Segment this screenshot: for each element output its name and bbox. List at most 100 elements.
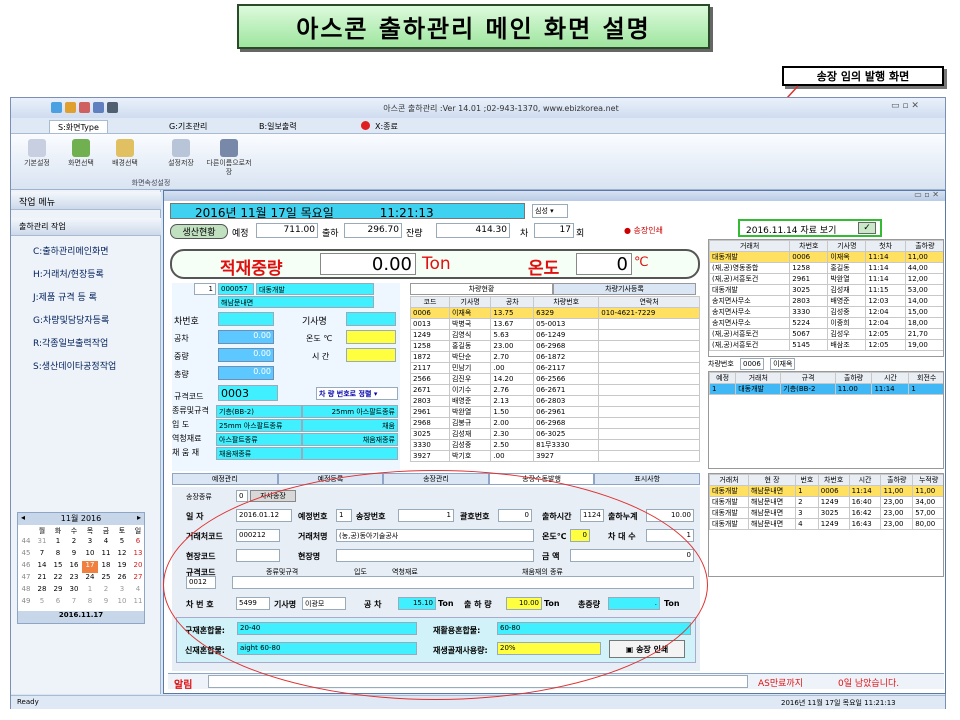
- calendar-day[interactable]: 13: [130, 549, 146, 561]
- sidebar-item-production[interactable]: S:생산데이타공정작업: [33, 359, 116, 372]
- calendar-day[interactable]: 12: [114, 549, 130, 561]
- shipment-row[interactable]: 대동개발 해남문내면 4 1249 16:43 23,00 80,00: [709, 518, 943, 530]
- spec-row-value[interactable]: 25mm 아스팔트종류: [216, 419, 302, 432]
- total-input[interactable]: 0.00: [218, 366, 274, 380]
- sidebar-item-main[interactable]: C:출하관리메인화면: [33, 244, 109, 257]
- car-detail-row[interactable]: 1 대동개발 기층(BB-2 11.00 11:14 1: [709, 383, 943, 395]
- calendar-day[interactable]: 15: [50, 561, 66, 573]
- menu-screen-type[interactable]: S:화면Type: [49, 120, 108, 133]
- calendar-day[interactable]: 9: [98, 597, 114, 609]
- tab-vehicle-status[interactable]: 차량현황: [410, 283, 553, 295]
- calendar-day[interactable]: 1: [50, 537, 66, 549]
- vehicle-row[interactable]: 2117 민남기 .00 06-2117: [410, 362, 700, 374]
- calendar-day[interactable]: 10: [82, 549, 98, 561]
- vehicle-row[interactable]: 2566 김진우 14.20 06-2566: [410, 373, 700, 385]
- car-no-input[interactable]: [218, 312, 274, 326]
- calendar-day[interactable]: 10: [114, 597, 130, 609]
- calendar-day[interactable]: 14: [34, 561, 50, 573]
- vehicle-row[interactable]: 0013 박병국 13.67 05-0013: [410, 318, 700, 330]
- panel-controls-icon[interactable]: ▭ ▫ ✕: [914, 190, 939, 199]
- calendar-day[interactable]: 3: [82, 537, 98, 549]
- car-filter-name[interactable]: 이재옥: [770, 358, 796, 370]
- window-controls-icon[interactable]: ▭ ▫ ✕: [891, 101, 919, 111]
- calendar-day[interactable]: 5: [34, 597, 50, 609]
- calendar-day[interactable]: 7: [66, 597, 82, 609]
- driver-input[interactable]: [346, 312, 396, 326]
- calendar-day[interactable]: 24: [82, 573, 98, 585]
- spec-code-input[interactable]: 0003: [218, 385, 278, 401]
- calendar-day[interactable]: 1: [82, 585, 98, 597]
- inv-kind-no[interactable]: 0: [236, 490, 248, 502]
- calendar-day[interactable]: 11: [98, 549, 114, 561]
- calendar-today[interactable]: 2016.11.17: [18, 611, 144, 623]
- sidebar-group[interactable]: 출하관리 작업: [11, 218, 161, 236]
- sidebar-item-customer[interactable]: H:거래처/현장등록: [33, 267, 104, 280]
- calendar-day[interactable]: 17: [82, 561, 98, 573]
- calendar-day[interactable]: 27: [130, 573, 146, 585]
- calendar-day[interactable]: 4: [98, 537, 114, 549]
- dispatch-row[interactable]: (재,공)영동종합 1258 홍길동 11:14 44,00: [709, 262, 943, 274]
- folder-icon[interactable]: [65, 102, 76, 113]
- vehicle-row[interactable]: 1258 홍길동 23.00 06-2968: [410, 340, 700, 352]
- vehicle-row[interactable]: 1872 박단순 2.70 06-1872: [410, 351, 700, 363]
- calendar-day[interactable]: 19: [114, 561, 130, 573]
- calendar-day[interactable]: 20: [130, 561, 146, 573]
- tab-plan-manage[interactable]: 예정관리: [172, 473, 278, 485]
- print-invoice-radio[interactable]: ● 송장인쇄: [624, 225, 663, 236]
- calendar-day[interactable]: 5: [114, 537, 130, 549]
- dispatch-row[interactable]: 송지면사무소 5224 이중희 12:04 18,00: [709, 317, 943, 329]
- status-button[interactable]: 생산현황: [170, 224, 228, 239]
- sidebar-item-vehicle[interactable]: G:차량및담당자등록: [33, 313, 109, 326]
- calendar-day[interactable]: 26: [114, 573, 130, 585]
- vehicle-row[interactable]: 3330 김성중 2.50 81무3330: [410, 439, 700, 451]
- sidebar-item-product[interactable]: J:제품 규격 등 록: [33, 290, 97, 303]
- calendar-day[interactable]: 9: [66, 549, 82, 561]
- car-filter-no[interactable]: 0006: [740, 358, 764, 370]
- combo-select[interactable]: 심성 ▾: [532, 204, 568, 218]
- spec-row-value[interactable]: 아스팔트종류: [216, 433, 302, 446]
- calendar-day[interactable]: 22: [50, 573, 66, 585]
- spec-row-extra[interactable]: 25mm 아스팔트종류: [302, 405, 398, 418]
- calendar-day[interactable]: 29: [50, 585, 66, 597]
- save-icon[interactable]: [93, 102, 104, 113]
- sidebar-item-report[interactable]: R:각종일보출력작업: [33, 336, 108, 349]
- dispatch-row[interactable]: 송지면사무소 3330 김성중 12:04 15,00: [709, 306, 943, 318]
- open-icon[interactable]: [79, 102, 90, 113]
- next-month-icon[interactable]: ▸: [137, 513, 141, 522]
- vehicle-row[interactable]: 1249 김영식 5.63 06-1249: [410, 329, 700, 341]
- tab-vehicle-register[interactable]: 차량기사등록: [553, 283, 696, 295]
- save-setting-button[interactable]: 설정저장: [161, 137, 201, 179]
- tab-display[interactable]: 표시사항: [594, 473, 700, 485]
- weight-input[interactable]: 0.00: [218, 348, 274, 362]
- vehicle-row[interactable]: 2671 이기수 2.76 06-2671: [410, 384, 700, 396]
- calendar-day[interactable]: 2: [98, 585, 114, 597]
- form-cust-code[interactable]: 000057: [218, 283, 254, 295]
- form-cust[interactable]: 대동개발: [256, 283, 374, 295]
- calendar-day[interactable]: 16: [66, 561, 82, 573]
- check-icon[interactable]: ✓: [858, 222, 876, 234]
- dispatch-row[interactable]: 대동개발 3025 김성재 11:15 53,00: [709, 284, 943, 296]
- prev-month-icon[interactable]: ◂: [21, 513, 25, 522]
- form-site[interactable]: 해남문내면: [218, 296, 374, 308]
- calendar-day[interactable]: 6: [50, 597, 66, 609]
- menu-report[interactable]: B:일보출력: [251, 120, 305, 133]
- shipment-row[interactable]: 대동개발 해남문내면 1 0006 11:14 11,00 11,00: [709, 485, 943, 497]
- dispatch-row[interactable]: (재,공)서흥토건 5067 김성우 12:05 21,70: [709, 328, 943, 340]
- spec-row-extra[interactable]: 채움: [302, 419, 398, 432]
- spec-row-extra[interactable]: [302, 447, 398, 460]
- calendar-day[interactable]: 30: [66, 585, 82, 597]
- vehicle-row[interactable]: 3025 김성재 2.30 06-3025: [410, 428, 700, 440]
- spec-row-value[interactable]: 채움재종류: [216, 447, 302, 460]
- vehicle-row[interactable]: 2961 박완열 1.50 06-2961: [410, 406, 700, 418]
- calendar-day[interactable]: 11: [130, 597, 146, 609]
- shipment-row[interactable]: 대동개발 해남문내면 3 3025 16:42 23,00 57,00: [709, 507, 943, 519]
- dispatch-row[interactable]: (재,공)서흥토건 5145 배삼조 12:05 19,00: [709, 339, 943, 351]
- sort-button[interactable]: 차 량 번호로 정렬 ▾: [316, 387, 398, 400]
- menu-exit[interactable]: X:종료: [367, 120, 406, 133]
- time-input[interactable]: [346, 348, 396, 362]
- bg-select-button[interactable]: 배경선택: [105, 137, 145, 179]
- calendar-day[interactable]: 18: [98, 561, 114, 573]
- calendar-day[interactable]: 21: [34, 573, 50, 585]
- basic-setting-button[interactable]: 기본설정: [17, 137, 57, 179]
- calendar-day[interactable]: 7: [34, 549, 50, 561]
